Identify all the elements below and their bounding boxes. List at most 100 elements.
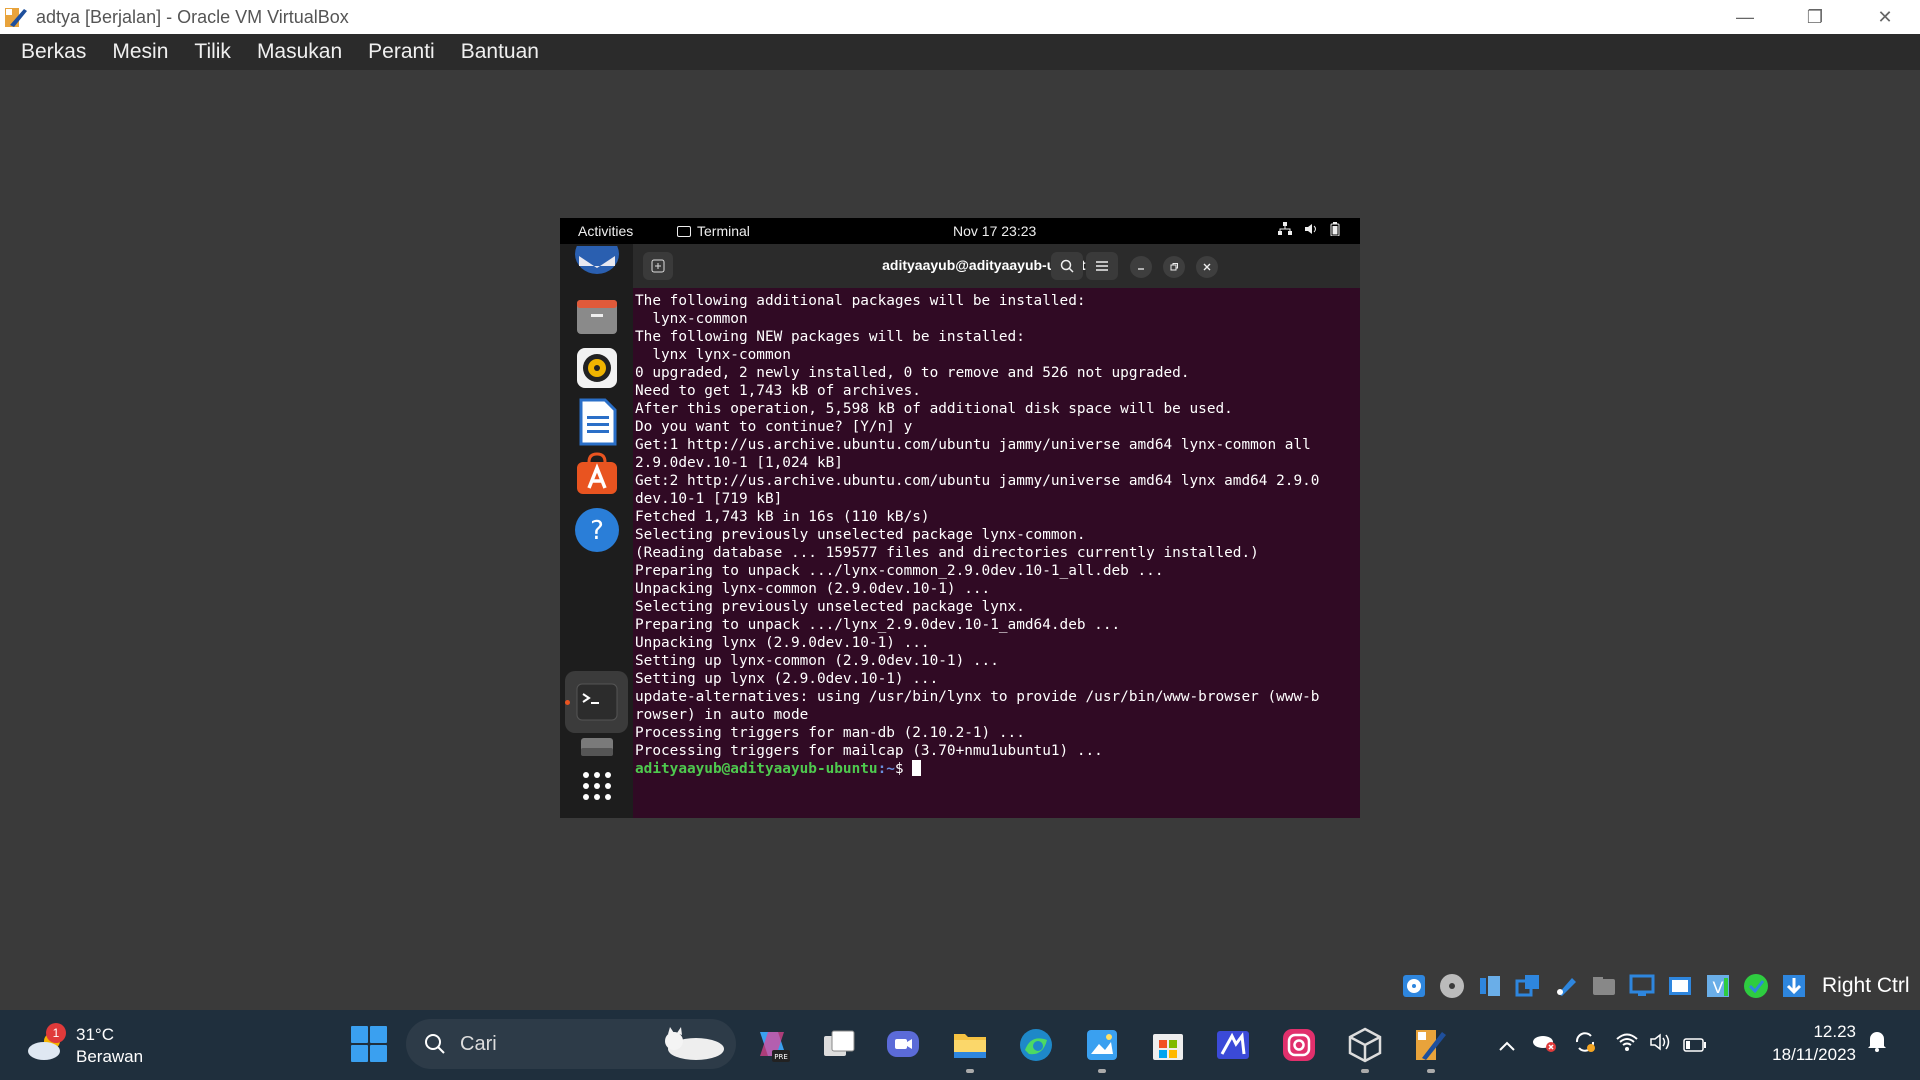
terminal-line: Unpacking lynx (2.9.0dev.10-1) ... [635, 635, 930, 651]
show-apps-icon[interactable] [573, 762, 621, 810]
terminal-line: Preparing to unpack .../lynx_2.9.0dev.10… [635, 617, 1121, 633]
search-icon [1060, 259, 1074, 273]
terminal-prompt[interactable]: adityaayub@adityaayub-ubuntu:~$ [635, 760, 1360, 778]
gnome-clock[interactable]: Nov 17 23:23 [953, 223, 1036, 239]
close-icon [1203, 263, 1211, 271]
terminal-minimize-button[interactable] [1130, 256, 1152, 278]
menu-button[interactable] [1086, 252, 1118, 280]
weather-badge: 1 [46, 1023, 66, 1043]
sync-icon[interactable] [1568, 1030, 1602, 1060]
virtualbox-vm-icon[interactable] [1412, 1026, 1450, 1064]
running-indicator [565, 700, 570, 705]
menu-bantuan[interactable]: Bantuan [448, 40, 552, 64]
terminal-line: Processing triggers for man-db (2.10.2-1… [635, 725, 1025, 741]
audio-icon[interactable] [1476, 972, 1504, 1000]
search-label: Cari [460, 1032, 497, 1055]
window-title: adtya [Berjalan] - Oracle VM VirtualBox [36, 6, 349, 27]
activities-button[interactable]: Activities [578, 223, 633, 239]
thunderbird-icon[interactable] [573, 234, 621, 276]
ubuntu-dock: ? [560, 234, 633, 818]
windows-logo-tile [370, 1045, 387, 1062]
drive-icon[interactable] [573, 732, 621, 762]
vscode-style-icon[interactable] [1214, 1026, 1252, 1064]
search-button[interactable] [1051, 252, 1083, 280]
close-button[interactable]: ✕ [1850, 0, 1920, 34]
terminal-close-button[interactable] [1196, 256, 1218, 278]
libreoffice-writer-icon[interactable] [573, 398, 621, 446]
onedrive-error-icon[interactable] [1528, 1031, 1562, 1059]
chevron-up-icon[interactable] [1490, 1032, 1524, 1058]
terminal-line: Setting up lynx (2.9.0dev.10-1) ... [635, 671, 939, 687]
taskbar-time: 12.23 [1813, 1022, 1856, 1041]
microsoft-store-icon[interactable] [1149, 1026, 1187, 1064]
windows-logo-tile [370, 1026, 387, 1043]
prompt-path: :~ [877, 761, 895, 777]
terminal-icon [677, 225, 691, 237]
instagram-icon[interactable] [1280, 1026, 1318, 1064]
virtualbox-cube-icon[interactable] [1346, 1026, 1384, 1064]
network-icon [1278, 222, 1292, 239]
network-adapter-icon[interactable] [1514, 972, 1542, 1000]
wifi-icon[interactable] [1610, 1032, 1644, 1058]
task-view-icon[interactable] [820, 1026, 858, 1064]
mouse-integration-icon[interactable] [1780, 972, 1808, 1000]
edge-icon[interactable] [1017, 1026, 1055, 1064]
terminal-maximize-button[interactable] [1163, 256, 1185, 278]
menu-peranti[interactable]: Peranti [355, 40, 448, 64]
hard-disk-icon[interactable] [1400, 972, 1428, 1000]
virtualization-icon[interactable]: V [1704, 972, 1732, 1000]
file-explorer-icon[interactable] [951, 1026, 989, 1064]
terminal-line: Selecting previously unselected package … [635, 527, 1086, 543]
start-button[interactable] [351, 1026, 387, 1062]
taskbar-clock[interactable]: 12.23 18/11/2023 [1760, 1020, 1856, 1066]
menu-masukan[interactable]: Masukan [244, 40, 355, 64]
copilot-icon[interactable]: PRE [754, 1026, 792, 1064]
menu-mesin[interactable]: Mesin [99, 40, 181, 64]
windows-logo-tile [351, 1026, 368, 1043]
terminal-line: The following additional packages will b… [635, 293, 1086, 309]
speaker-icon[interactable] [1644, 1032, 1678, 1058]
restore-button[interactable]: ❐ [1780, 0, 1850, 34]
terminal-line: 2.9.0dev.10-1 [1,024 kB] [635, 455, 843, 471]
usb-icon[interactable] [1552, 972, 1580, 1000]
vm-display[interactable]: Activities Terminal Nov 17 23:23 ? adity… [560, 218, 1360, 818]
prompt-user: adityaayub@adityaayub-ubuntu [635, 761, 878, 777]
running-indicator [1427, 1069, 1435, 1073]
taskbar-search[interactable]: Cari [406, 1019, 736, 1069]
terminal-app-icon[interactable] [573, 678, 621, 726]
battery-tray-icon[interactable] [1678, 1032, 1712, 1058]
svg-text:PRE: PRE [774, 1053, 788, 1061]
photos-icon[interactable] [1083, 1026, 1121, 1064]
gnome-system-tray[interactable] [1278, 222, 1340, 239]
files-icon[interactable] [573, 292, 621, 340]
app-menu-terminal[interactable]: Terminal [677, 223, 750, 239]
shared-folders-icon[interactable] [1590, 972, 1618, 1000]
terminal-line: The following NEW packages will be insta… [635, 329, 1025, 345]
terminal-line: Unpacking lynx-common (2.9.0dev.10-1) ..… [635, 581, 991, 597]
cloud-sun-icon: 1 [26, 1023, 66, 1061]
app-menu-label: Terminal [697, 223, 750, 239]
rhythmbox-icon[interactable] [573, 344, 621, 392]
minimize-button[interactable]: — [1710, 0, 1780, 34]
terminal-line: Processing triggers for mailcap (3.70+nm… [635, 743, 1103, 759]
teams-meet-icon[interactable] [884, 1026, 922, 1064]
terminal-line: Setting up lynx-common (2.9.0dev.10-1) .… [635, 653, 999, 669]
notification-bell-icon[interactable] [1866, 1028, 1888, 1058]
video-capture-icon[interactable] [1666, 972, 1694, 1000]
minimize-icon [1138, 268, 1144, 270]
help-icon[interactable]: ? [573, 506, 621, 554]
running-indicator [1361, 1069, 1369, 1073]
guest-additions-icon[interactable] [1742, 972, 1770, 1000]
display-icon[interactable] [1628, 972, 1656, 1000]
volume-icon [1304, 222, 1318, 239]
terminal-line: Fetched 1,743 kB in 16s (110 kB/s) [635, 509, 930, 525]
weather-widget[interactable]: 1 31°C Berawan [26, 1023, 143, 1068]
app-center-icon[interactable] [573, 450, 621, 498]
svg-text:?: ? [590, 516, 604, 546]
terminal-output[interactable]: The following additional packages will b… [633, 288, 1360, 818]
optical-drive-icon[interactable] [1438, 972, 1466, 1000]
menu-berkas[interactable]: Berkas [8, 40, 99, 64]
terminal-line: update-alternatives: using /usr/bin/lynx… [635, 689, 1320, 705]
menu-tilik[interactable]: Tilik [181, 40, 244, 64]
terminal-line: Get:1 http://us.archive.ubuntu.com/ubunt… [635, 437, 1311, 453]
